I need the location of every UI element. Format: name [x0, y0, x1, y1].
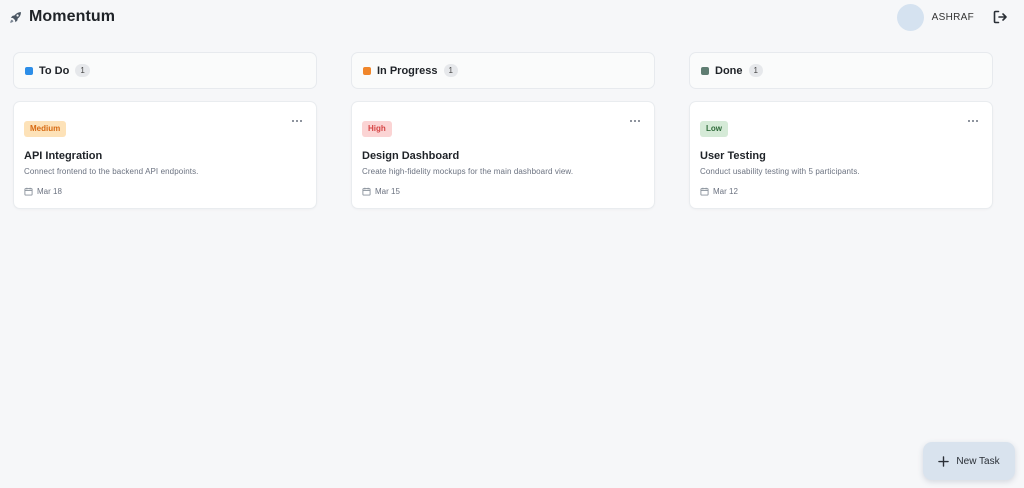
column-title: To Do — [39, 64, 70, 77]
date-text: Mar 15 — [375, 187, 400, 196]
app-root: Momentum ASHRAF To Do 1 Medium API Integ… — [0, 0, 1024, 488]
username: ASHRAF — [931, 11, 974, 23]
brand[interactable]: Momentum — [8, 8, 115, 26]
more-horizontal-icon[interactable] — [292, 120, 302, 122]
logout-icon[interactable] — [992, 9, 1008, 25]
top-bar: Momentum ASHRAF — [0, 0, 1024, 34]
date-text: Mar 18 — [37, 187, 62, 196]
priority-badge: Low — [700, 121, 728, 137]
avatar[interactable] — [896, 3, 924, 31]
column-count-badge: 1 — [748, 64, 763, 77]
column-header: In Progress 1 — [351, 52, 655, 89]
task-card[interactable]: Medium API Integration Connect frontend … — [13, 101, 317, 209]
more-horizontal-icon[interactable] — [968, 120, 978, 122]
column-todo: To Do 1 Medium API Integration Connect f… — [13, 52, 317, 209]
status-dot-icon — [701, 66, 709, 75]
status-dot-icon — [363, 66, 371, 75]
task-description: Connect frontend to the backend API endp… — [24, 167, 199, 176]
new-task-label: New Task — [956, 455, 1000, 467]
app-title: Momentum — [29, 8, 116, 25]
calendar-icon — [700, 187, 709, 196]
kanban-board: To Do 1 Medium API Integration Connect f… — [13, 52, 993, 209]
column-title: Done — [715, 64, 743, 77]
date-text: Mar 12 — [713, 187, 738, 196]
column-header: To Do 1 — [13, 52, 317, 89]
status-dot-icon — [25, 66, 33, 75]
plus-icon — [938, 455, 950, 467]
priority-badge: Medium — [24, 121, 67, 137]
more-horizontal-icon[interactable] — [630, 120, 640, 122]
calendar-icon — [362, 187, 371, 196]
task-card[interactable]: High Design Dashboard Create high-fideli… — [351, 101, 655, 209]
column-count-badge: 1 — [443, 64, 458, 77]
task-title: Design Dashboard — [362, 150, 460, 162]
column-header: Done 1 — [689, 52, 993, 89]
calendar-icon — [24, 187, 33, 196]
task-title: API Integration — [24, 150, 103, 162]
column-done: Done 1 Low User Testing Conduct usabilit… — [689, 52, 993, 209]
task-due-date: Mar 12 — [700, 187, 982, 196]
new-task-button[interactable]: New Task — [923, 442, 1015, 480]
task-card[interactable]: Low User Testing Conduct usability testi… — [689, 101, 993, 209]
task-due-date: Mar 18 — [24, 187, 306, 196]
rocket-icon — [10, 11, 21, 23]
task-description: Conduct usability testing with 5 partici… — [700, 167, 860, 176]
task-due-date: Mar 15 — [362, 187, 644, 196]
priority-badge: High — [362, 121, 392, 137]
user-menu: ASHRAF — [896, 3, 1008, 31]
column-count-badge: 1 — [75, 64, 90, 77]
task-title: User Testing — [700, 150, 766, 162]
column-in-progress: In Progress 1 High Design Dashboard Crea… — [351, 52, 655, 209]
task-description: Create high-fidelity mockups for the mai… — [362, 167, 574, 176]
column-title: In Progress — [377, 64, 438, 77]
